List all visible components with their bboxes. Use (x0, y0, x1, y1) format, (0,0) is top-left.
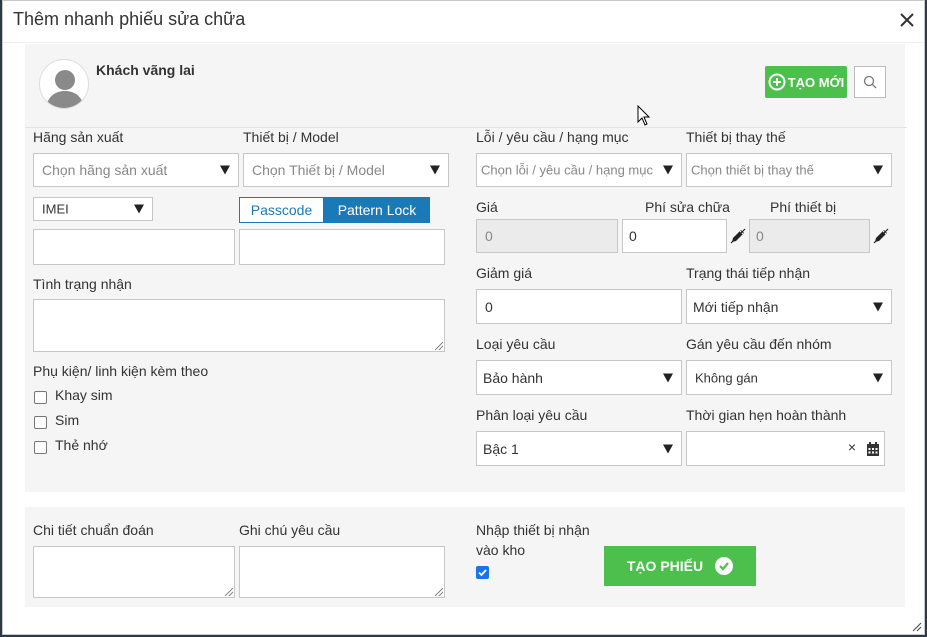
repair-fee-label: Phí sửa chữa (645, 199, 730, 215)
request-type-select[interactable]: Bảo hành (476, 360, 682, 395)
due-time-label: Thời gian hẹn hoàn thành (686, 407, 847, 423)
edit-icon[interactable] (873, 228, 889, 244)
condition-label: Tình trạng nhận (33, 276, 132, 292)
chevron-down-icon (220, 165, 230, 175)
create-ticket-label: TẠO PHIẾU (626, 558, 704, 574)
accessory-checkbox-khay-sim[interactable] (34, 391, 47, 404)
assign-group-value: Không gán (695, 370, 758, 385)
chevron-down-icon (873, 165, 883, 175)
device-fee-label: Phí thiết bị (770, 199, 837, 215)
resize-grip-icon[interactable] (910, 620, 922, 632)
issue-placeholder: Chọn lỗi / yêu cầu / hạng mục (481, 162, 653, 178)
tab-pattern-lock[interactable]: Pattern Lock (324, 197, 430, 223)
diagnosis-label: Chi tiết chuẩn đoán (33, 522, 154, 538)
divider (25, 127, 907, 128)
note-label: Ghi chú yêu cầu (239, 522, 341, 538)
chevron-down-icon (134, 204, 144, 214)
manufacturer-select[interactable]: Chọn hãng sản xuất (33, 153, 239, 187)
tab-passcode[interactable]: Passcode (239, 197, 324, 223)
chevron-down-icon (663, 165, 673, 175)
discount-label: Giảm giá (476, 265, 533, 281)
stock-checkbox[interactable] (476, 566, 489, 579)
stock-label-line1: Nhập thiết bị nhận (476, 522, 590, 538)
imei-type-value: IMEI (42, 201, 69, 217)
device-placeholder: Chọn Thiết bị / Model (252, 162, 385, 178)
lock-input[interactable] (239, 229, 445, 265)
pattern-tab-label: Pattern Lock (337, 202, 417, 218)
dialog-title: Thêm nhanh phiếu sửa chữa (13, 9, 246, 29)
manufacturer-placeholder: Chọn hãng sản xuất (42, 162, 168, 178)
status-select[interactable]: Mới tiếp nhận (686, 289, 892, 324)
chevron-down-icon (663, 373, 673, 382)
imei-type-select[interactable]: IMEI (33, 197, 153, 221)
issue-label: Lỗi / yêu cầu / hạng mục (476, 129, 629, 145)
discount-input[interactable]: 0 (476, 289, 682, 324)
quick-repair-dialog: Thêm nhanh phiếu sửa chữa Khách vãng lai… (2, 0, 925, 635)
assign-group-select[interactable]: Không gán (686, 360, 892, 395)
customer-name: Khách vãng lai (96, 62, 195, 78)
check-circle-icon (715, 557, 734, 575)
stock-label-line2: vào kho (476, 542, 526, 558)
replacement-label: Thiết bị thay thế (686, 129, 786, 145)
create-customer-label: TẠO MỚI (787, 74, 845, 90)
issue-select[interactable]: Chọn lỗi / yêu cầu / hạng mục (476, 153, 682, 187)
device-label: Thiết bị / Model (243, 129, 339, 145)
request-type-label: Loại yêu cầu (476, 336, 556, 352)
create-ticket-button[interactable]: TẠO PHIẾU (604, 546, 756, 586)
dialog-titlebar: Thêm nhanh phiếu sửa chữa (3, 1, 924, 43)
repair-fee-value: 0 (629, 228, 637, 244)
device-fee-input: 0 (749, 219, 870, 253)
classification-label: Phân loại yêu cầu (476, 407, 588, 423)
check-icon (478, 569, 487, 577)
price-label: Giá (476, 199, 498, 215)
request-type-value: Bảo hành (483, 369, 543, 386)
resize-handle-icon[interactable] (435, 588, 443, 596)
imei-input[interactable] (33, 229, 235, 265)
replacement-placeholder: Chọn thiết bị thay thế (691, 162, 814, 178)
chevron-down-icon (873, 302, 883, 311)
condition-textarea[interactable] (33, 299, 445, 352)
assign-group-label: Gán yêu cầu đến nhóm (686, 336, 832, 352)
device-select[interactable]: Chọn Thiết bị / Model (243, 153, 449, 187)
resize-handle-icon[interactable] (225, 588, 233, 596)
passcode-tab-label: Passcode (250, 202, 313, 218)
mouse-cursor-icon (637, 105, 651, 126)
due-time-input[interactable]: × (686, 431, 885, 466)
accessory-label: Sim (55, 412, 80, 428)
note-textarea[interactable] (239, 546, 445, 598)
accessory-checkbox-the-nho[interactable] (34, 441, 47, 454)
create-customer-button[interactable]: TẠO MỚI (765, 66, 847, 98)
chevron-down-icon (430, 165, 440, 175)
status-label: Trạng thái tiếp nhận (686, 265, 811, 281)
accessory-checkbox-sim[interactable] (34, 416, 47, 429)
close-icon[interactable] (894, 7, 920, 33)
avatar-icon (39, 59, 89, 109)
clear-icon[interactable]: × (848, 439, 856, 455)
search-icon (863, 75, 877, 89)
repair-fee-input[interactable]: 0 (622, 219, 727, 253)
classification-select[interactable]: Bậc 1 (476, 431, 682, 466)
manufacturer-label: Hãng sản xuất (33, 129, 124, 145)
plus-circle-icon (768, 73, 786, 91)
edit-icon[interactable] (730, 228, 746, 244)
status-value: Mới tiếp nhận (693, 298, 779, 315)
calendar-icon[interactable] (866, 441, 880, 457)
classification-value: Bậc 1 (483, 440, 519, 457)
search-customer-button[interactable] (854, 66, 886, 98)
replacement-select[interactable]: Chọn thiết bị thay thế (686, 153, 892, 187)
accessory-label: Khay sim (55, 387, 113, 403)
discount-value: 0 (485, 298, 493, 315)
price-input: 0 (476, 219, 618, 253)
price-value: 0 (485, 228, 493, 244)
accessories-label: Phụ kiện/ linh kiện kèm theo (33, 363, 209, 379)
chevron-down-icon (873, 373, 883, 382)
chevron-down-icon (663, 444, 673, 453)
resize-handle-icon[interactable] (435, 342, 443, 350)
accessory-label: Thẻ nhớ (55, 437, 108, 453)
diagnosis-textarea[interactable] (33, 546, 235, 598)
device-fee-value: 0 (756, 228, 764, 244)
